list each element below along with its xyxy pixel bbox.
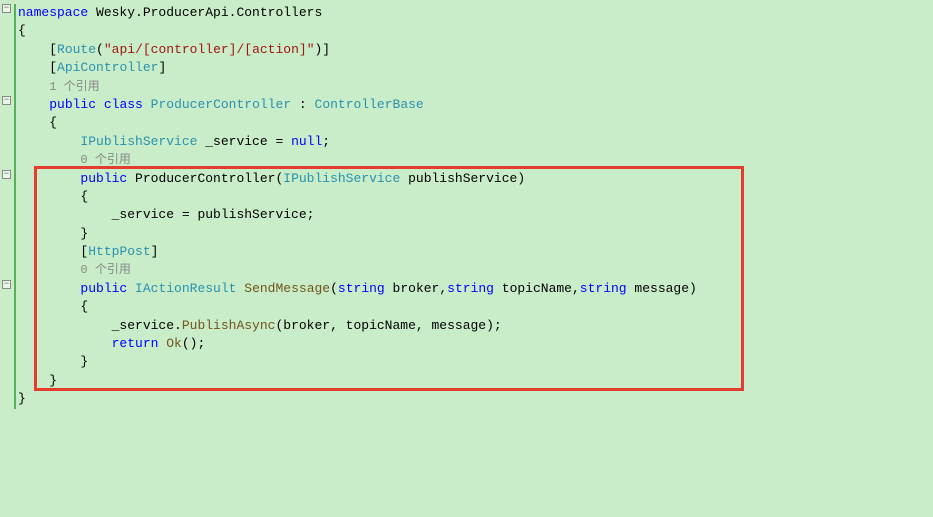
codelens-line[interactable]: 0 个引用	[18, 151, 933, 169]
code-line: public IActionResult SendMessage(string …	[18, 280, 933, 298]
code-line: _service.PublishAsync(broker, topicName,…	[18, 317, 933, 335]
code-line: {	[18, 22, 933, 40]
code-line: {	[18, 188, 933, 206]
code-line: return Ok();	[18, 335, 933, 353]
fold-icon[interactable]: −	[2, 4, 11, 13]
code-line: _service = publishService;	[18, 206, 933, 224]
code-line: }	[18, 225, 933, 243]
code-line: }	[18, 372, 933, 390]
fold-icon[interactable]: −	[2, 280, 11, 289]
fold-gutter: − − − −	[0, 0, 14, 517]
code-line: IPublishService _service = null;	[18, 133, 933, 151]
fold-icon[interactable]: −	[2, 170, 11, 179]
code-line: public class ProducerController : Contro…	[18, 96, 933, 114]
code-line: {	[18, 114, 933, 132]
code-line: public ProducerController(IPublishServic…	[18, 170, 933, 188]
code-line: }	[18, 390, 933, 408]
code-line: }	[18, 353, 933, 371]
code-line: [ApiController]	[18, 59, 933, 77]
code-line: [Route("api/[controller]/[action]")]	[18, 41, 933, 59]
code-line: [HttpPost]	[18, 243, 933, 261]
codelens-line[interactable]: 1 个引用	[18, 78, 933, 96]
fold-icon[interactable]: −	[2, 96, 11, 105]
code-line: {	[18, 298, 933, 316]
code-editor: − − − − namespace Wesky.ProducerApi.Cont…	[0, 0, 933, 517]
codelens-line[interactable]: 0 个引用	[18, 261, 933, 279]
code-content[interactable]: namespace Wesky.ProducerApi.Controllers …	[16, 0, 933, 517]
code-line: namespace Wesky.ProducerApi.Controllers	[18, 4, 933, 22]
